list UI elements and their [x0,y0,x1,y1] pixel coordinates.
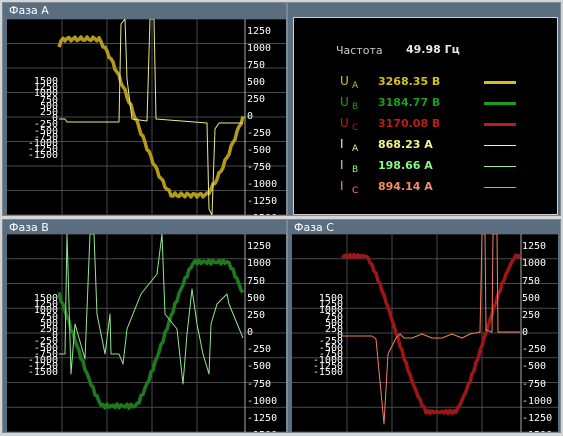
right-axis-tick: -250 [247,128,272,139]
right-axis-tick: -500 [522,361,547,373]
phase-b-title: Фаза B [9,221,49,234]
phase-c-left-axis: 1500 1250 1000 750 500 250 0 -250 -500 -750 -1000-… [292,234,343,432]
measurement-row: I B 198.66 А [294,158,559,176]
measurement-row: U C 3170.08 В [294,116,559,134]
measurement-row: I A 868.23 А [294,137,559,155]
right-axis-tick: -500 [247,361,272,373]
measurement-value: 3184.77 В [378,96,441,109]
phase-b-right-axis: 1500 1250 1000 750 500 250 0 -250 -500 -750 -1000 -… [247,234,286,432]
legend-line [484,81,516,84]
measurement-row: U B 3184.77 В [294,95,559,113]
right-axis-tick: 1500 [522,234,546,235]
right-axis-tick: -1500 [522,431,552,433]
phase-a-panel: Фаза А 1500 1250 1000 750 500 250 0 -250 -500 -75… [2,2,287,216]
right-axis-tick: 250 [247,309,266,321]
info-panel-frame: Частота 49.98 Гц U A 3268.35 В U B 3184.77 ВU… [287,2,561,216]
right-axis-tick: 250 [247,94,266,105]
legend-line [484,166,516,167]
right-axis-tick: 1250 [522,241,547,253]
phase-b-left-axis: 1500 1250 1000 750 500 250 0 -250 -500 -750 -1000-… [7,234,58,432]
right-axis-tick: 1000 [522,258,547,270]
right-axis-tick: 1500 [247,19,271,20]
measurement-value: 3268.35 В [378,75,441,88]
measurement-value: 3170.08 В [378,117,441,130]
frequency-value: 49.98 Гц [406,43,460,56]
right-axis-tick: 750 [522,275,541,287]
phase-c-right-axis: 1500 1250 1000 750 500 250 0 -250 -500 -750 -1000 -… [522,234,558,432]
measurement-subscript: C [352,123,359,133]
right-axis-tick: -1000 [247,395,278,407]
phase-b-panel: Фаза B 1500 1250 1000 750 500 250 0 -250 -500 -75… [2,219,287,433]
phase-c-title: Фаза C [294,221,334,234]
right-axis-tick: -500 [247,145,272,156]
legend-line [484,123,516,126]
phase-a-left-axis: 1500 1250 1000 750 500 250 0 -250 -500 -750 -1000-… [7,19,58,215]
measurement-symbol: U [340,116,349,130]
legend-line [484,145,516,146]
measurement-value: 198.66 А [378,159,433,172]
right-axis-tick: 500 [522,292,541,304]
right-axis-tick: -1000 [522,395,553,407]
right-axis-tick: 1500 [247,234,271,235]
measurement-value: 868.23 А [378,138,433,151]
right-axis-tick: 1000 [247,43,272,54]
right-axis-tick: -1250 [247,412,278,424]
right-axis-tick: -1000 [247,179,278,190]
phase-c-panel: Фаза C 1500 1250 1000 750 500 250 0 -250 -500 -75… [287,219,561,433]
right-axis-tick: 0 [522,327,529,338]
phase-a-plot: 1500 1250 1000 750 500 250 0 -250 -500 -750 -1000 -… [7,19,286,215]
right-axis-tick: 1000 [247,258,272,270]
measurement-row: U A 3268.35 В [294,74,559,92]
right-axis-tick: 500 [247,292,266,304]
right-axis-tick: -1250 [522,412,553,424]
right-axis-tick: 750 [247,60,266,71]
phase-b-plot: 1500 1250 1000 750 500 250 0 -250 -500 -750 -1000 -… [7,234,286,432]
left-axis-tick: -1500 [312,367,343,379]
measurement-subscript: A [352,144,359,154]
right-axis-tick: 0 [247,327,254,338]
right-axis-tick: -1500 [247,214,277,216]
right-axis-tick: -1250 [247,196,278,207]
right-axis-tick: 500 [247,77,266,88]
right-axis-tick: 250 [522,309,541,321]
legend-line [484,187,516,188]
right-axis-tick: -1500 [247,431,277,433]
legend-line [484,102,516,105]
measurement-subscript: C [352,186,359,196]
measurement-subscript: B [352,102,359,112]
right-axis-tick: 1250 [247,26,272,37]
left-axis-tick: -1500 [27,367,58,379]
measurement-symbol: I [340,179,344,193]
measurement-symbol: U [340,74,349,88]
right-axis-tick: -750 [247,378,272,390]
right-axis-tick: -250 [247,344,272,356]
measurement-symbol: I [340,158,344,172]
phase-c-plot: 1500 1250 1000 750 500 250 0 -250 -500 -750 -1000 -… [292,234,558,432]
measurements-panel: Частота 49.98 Гц U A 3268.35 В U B 3184.77 ВU… [293,17,558,215]
left-axis-tick: -1500 [27,150,58,162]
measurement-row: I C 894.14 А [294,179,559,197]
phase-c-voltage-trace [341,252,522,416]
right-axis-tick: 0 [247,111,254,122]
phase-b-current-trace [59,234,244,385]
right-axis-tick: 750 [247,275,266,287]
measurement-subscript: A [352,81,359,91]
right-axis-tick: -250 [522,344,547,356]
measurement-symbol: I [340,137,344,151]
measurement-symbol: U [340,95,349,109]
phase-a-title: Фаза А [9,4,49,17]
right-axis-tick: -750 [247,162,272,173]
right-axis-tick: -750 [522,378,547,390]
right-axis-tick: 1250 [247,241,272,253]
measurement-subscript: B [352,165,359,175]
frequency-label: Частота [336,44,383,57]
measurement-value: 894.14 А [378,180,433,193]
phase-a-right-axis: 1500 1250 1000 750 500 250 0 -250 -500 -750 -1000 -… [247,19,286,215]
